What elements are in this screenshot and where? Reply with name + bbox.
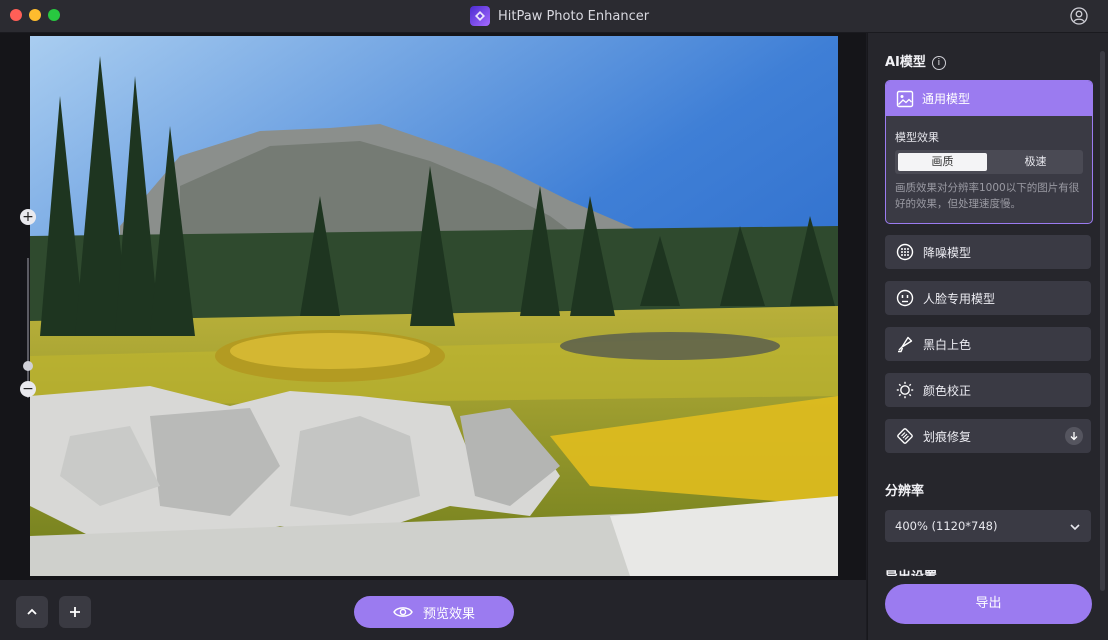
window-title-group: HitPaw Photo Enhancer bbox=[470, 6, 649, 26]
download-icon[interactable] bbox=[1065, 427, 1083, 445]
model-item-face[interactable]: 人脸专用模型 bbox=[885, 281, 1091, 315]
export-settings-title: 导出设置 bbox=[885, 566, 937, 576]
preview-effect-button[interactable]: 预览效果 bbox=[354, 596, 514, 628]
zoom-in-button[interactable]: + bbox=[20, 209, 36, 225]
ai-model-title: AI模型 bbox=[885, 55, 926, 70]
model-effect-label: 模型效果 bbox=[895, 131, 939, 144]
eye-icon bbox=[393, 607, 413, 617]
model-name-general: 通用模型 bbox=[922, 92, 971, 106]
model-item-label: 人脸专用模型 bbox=[923, 291, 996, 306]
chevron-up-icon bbox=[27, 608, 37, 615]
resolution-section-title: 分辨率 bbox=[885, 484, 925, 499]
info-icon[interactable]: i bbox=[931, 56, 946, 70]
add-image-button[interactable] bbox=[59, 596, 91, 628]
bottom-toolbar: 预览效果 bbox=[0, 580, 866, 640]
model-item-scratch-repair[interactable]: 划痕修复 bbox=[885, 419, 1091, 453]
window-maximize-button[interactable] bbox=[48, 9, 60, 21]
effect-option-fast[interactable]: 极速 bbox=[991, 153, 1080, 171]
model-card-general[interactable]: 通用模型 模型效果 画质 极速 画质效果对分辨率1000以下的图片有很好的效果，… bbox=[885, 80, 1093, 224]
brightness-sun-icon bbox=[895, 380, 915, 400]
model-description: 画质效果对分辨率1000以下的图片有很好的效果，但处理速度慢。 bbox=[895, 182, 1080, 210]
noise-reduction-icon bbox=[895, 242, 915, 262]
resolution-select[interactable]: 400% (1120*748) bbox=[885, 510, 1091, 542]
colorize-brush-icon bbox=[895, 334, 915, 354]
model-item-denoise[interactable]: 降噪模型 bbox=[885, 235, 1091, 269]
title-bar: HitPaw Photo Enhancer bbox=[0, 0, 1108, 33]
zoom-slider-handle[interactable] bbox=[23, 361, 33, 371]
collapse-button[interactable] bbox=[16, 596, 48, 628]
canvas-area: + − bbox=[0, 33, 866, 580]
image-icon bbox=[896, 90, 914, 107]
export-button[interactable]: 导出 bbox=[885, 584, 1092, 624]
window-title: HitPaw Photo Enhancer bbox=[498, 8, 650, 24]
plus-icon bbox=[70, 607, 80, 617]
effect-mode-toggle: 画质 极速 bbox=[895, 150, 1083, 174]
model-card-header[interactable]: 通用模型 bbox=[886, 81, 1092, 116]
model-item-colorize[interactable]: 黑白上色 bbox=[885, 327, 1091, 361]
model-item-label: 颜色校正 bbox=[923, 383, 972, 398]
preview-effect-label: 预览效果 bbox=[422, 606, 475, 622]
model-item-label: 降噪模型 bbox=[923, 245, 972, 260]
model-item-label: 黑白上色 bbox=[923, 337, 972, 352]
window-close-button[interactable] bbox=[10, 9, 22, 21]
settings-panel: AI模型 i 通用模型 模型效果 画质 极速 画质效果对分辨率1000以下的图片有… bbox=[867, 33, 1108, 640]
resolution-value: 400% (1120*748) bbox=[895, 519, 998, 533]
landscape-photo bbox=[30, 36, 838, 576]
zoom-slider-track[interactable] bbox=[27, 258, 29, 398]
effect-option-quality[interactable]: 画质 bbox=[898, 153, 987, 171]
ai-model-section-title: AI模型 i bbox=[885, 51, 946, 70]
chevron-down-icon bbox=[1069, 510, 1081, 542]
hitpaw-logo-icon bbox=[470, 6, 490, 26]
photo-preview[interactable] bbox=[30, 36, 838, 576]
model-item-label: 划痕修复 bbox=[923, 429, 972, 444]
model-item-color-correction[interactable]: 颜色校正 bbox=[885, 373, 1091, 407]
face-icon bbox=[895, 288, 915, 308]
window-minimize-button[interactable] bbox=[29, 9, 41, 21]
scratch-repair-icon bbox=[895, 426, 915, 446]
panel-scrollbar[interactable] bbox=[1100, 51, 1105, 591]
user-account-icon[interactable] bbox=[1070, 7, 1088, 25]
zoom-out-button[interactable]: − bbox=[20, 381, 36, 397]
